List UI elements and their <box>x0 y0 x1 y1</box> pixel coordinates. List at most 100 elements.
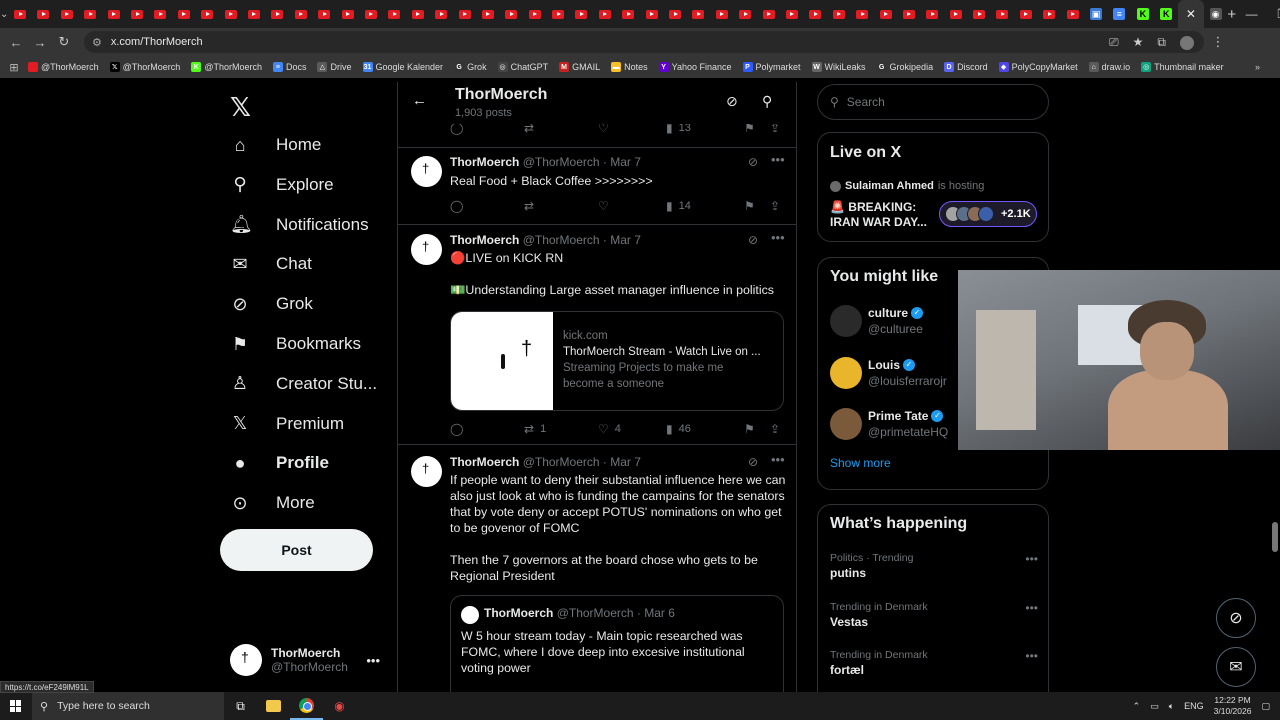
browser-tab[interactable] <box>266 0 289 28</box>
file-explorer-icon[interactable] <box>257 692 290 720</box>
nav-item-home[interactable]: ⌂ Home <box>230 130 322 160</box>
tray-overflow-icon[interactable]: ⌃ <box>1133 701 1141 712</box>
nav-item-notifications[interactable]: 🔔︎ Notifications <box>230 210 369 240</box>
messages-fab-icon[interactable]: ✉ <box>1216 647 1256 687</box>
browser-tab[interactable]: K <box>1155 0 1178 28</box>
task-view-icon[interactable]: ⧉ <box>224 692 257 720</box>
browser-tab[interactable] <box>874 0 897 28</box>
bookmark-item[interactable]: K @ThorMoerch <box>191 62 262 72</box>
browser-tab[interactable] <box>967 0 990 28</box>
browser-tab[interactable] <box>242 0 265 28</box>
site-info-icon[interactable]: ⚙ <box>92 36 102 49</box>
restore-icon[interactable]: ❐ <box>1267 0 1280 28</box>
browser-tab[interactable] <box>429 0 452 28</box>
browser-tab[interactable] <box>500 0 523 28</box>
bookmarks-overflow-icon[interactable]: » <box>1255 62 1260 72</box>
suggested-account[interactable]: Prime Tate ✓ @primetateHQ <box>830 408 948 440</box>
tab-search-icon[interactable]: ⌄ <box>0 0 8 28</box>
nav-item-premium[interactable]: 𝕏 Premium <box>230 409 344 439</box>
back-icon[interactable]: ← <box>4 35 28 50</box>
apps-grid-icon[interactable]: ⊞ <box>0 61 28 74</box>
like-icon[interactable]: ♡ 4 <box>598 422 666 436</box>
active-tab-close-icon[interactable]: ✕ <box>1177 0 1204 28</box>
repost-icon[interactable]: ⇄ <box>524 199 598 213</box>
quote-tweet[interactable]: ThorMoerch @ThorMoerch · Mar 6 W 5 hour … <box>450 595 784 692</box>
live-listeners-pill[interactable]: +2.1K <box>939 201 1037 227</box>
browser-tab[interactable] <box>663 0 686 28</box>
browser-tab[interactable] <box>79 0 102 28</box>
forward-icon[interactable]: → <box>28 35 52 50</box>
reload-icon[interactable]: ↻ <box>52 34 76 50</box>
browser-tab[interactable] <box>804 0 827 28</box>
browser-tab[interactable] <box>734 0 757 28</box>
chrome-taskbar-icon[interactable] <box>290 692 323 720</box>
suggested-account[interactable]: Louis ✓ @louisferrarojr <box>830 356 947 389</box>
browser-tab[interactable] <box>453 0 476 28</box>
browser-tab[interactable] <box>991 0 1014 28</box>
browser-tab[interactable] <box>149 0 172 28</box>
browser-tab[interactable] <box>757 0 780 28</box>
more-dots-icon[interactable]: ••• <box>771 452 785 467</box>
search-icon[interactable]: ⚲ <box>762 93 772 110</box>
browser-tab[interactable] <box>1061 0 1084 28</box>
taskbar-search[interactable]: ⚲ Type here to search <box>32 692 224 720</box>
search-input[interactable] <box>846 95 1027 109</box>
grok-icon[interactable]: ⊘ <box>748 233 758 247</box>
nav-item-chat[interactable]: ✉ Chat <box>230 249 311 279</box>
browser-tab[interactable] <box>827 0 850 28</box>
browser-tab[interactable] <box>219 0 242 28</box>
browser-tab[interactable]: K <box>1131 0 1154 28</box>
browser-tab[interactable] <box>780 0 803 28</box>
browser-tab[interactable] <box>1014 0 1037 28</box>
tweet-author[interactable]: ThorMoerch <box>450 455 519 469</box>
browser-tab[interactable] <box>546 0 569 28</box>
trend-item[interactable]: Trending in Denmark fortæl ••• <box>830 649 1038 677</box>
search-box[interactable]: ⚲ <box>817 84 1049 120</box>
more-dots-icon[interactable]: ••• <box>1025 649 1038 663</box>
bookmark-item[interactable]: ◎ ChatGPT <box>497 62 548 72</box>
like-icon[interactable]: ♡ <box>598 199 666 213</box>
browser-tab[interactable] <box>687 0 710 28</box>
avatar[interactable] <box>411 456 442 487</box>
back-arrow-icon[interactable]: ← <box>412 92 427 109</box>
show-more-link[interactable]: Show more <box>830 456 891 470</box>
bookmark-item[interactable]: W WikiLeaks <box>811 62 866 72</box>
browser-tab[interactable] <box>383 0 406 28</box>
account-switcher[interactable]: ThorMoerch @ThorMoerch ••• <box>230 640 380 680</box>
more-dots-icon[interactable]: ••• <box>771 230 785 245</box>
more-dots-icon[interactable]: ••• <box>1025 552 1038 566</box>
browser-tab[interactable] <box>172 0 195 28</box>
bookmark-item[interactable]: 𝕏 @ThorMoerch <box>109 62 180 72</box>
browser-tab[interactable] <box>710 0 733 28</box>
nav-item-profile[interactable]: ● Profile <box>230 448 329 478</box>
browser-tab[interactable] <box>289 0 312 28</box>
avatar[interactable] <box>411 234 442 265</box>
browser-tab[interactable] <box>406 0 429 28</box>
profile-avatar-icon[interactable] <box>1180 35 1194 50</box>
browser-tab[interactable] <box>125 0 148 28</box>
volume-icon[interactable]: 🔈︎ <box>1169 701 1174 712</box>
trend-item[interactable]: Politics · Trending putins ••• <box>830 552 1038 580</box>
language-indicator[interactable]: ENG <box>1184 701 1204 711</box>
start-button[interactable] <box>0 700 32 712</box>
browser-tab[interactable] <box>617 0 640 28</box>
more-dots-icon[interactable]: ••• <box>1025 601 1038 615</box>
notifications-icon[interactable]: ▢ <box>1261 701 1270 712</box>
trend-item[interactable]: Trending in Denmark Vestas ••• <box>830 601 1038 629</box>
bookmark-item[interactable]: ≡ Docs <box>272 62 306 72</box>
tweet[interactable]: ThorMoerch @ThorMoerch · Mar 7 ⊘ ••• Rea… <box>398 150 796 225</box>
extensions-icon[interactable]: ⧉ <box>1157 35 1166 50</box>
bookmark-item[interactable]: Y Yahoo Finance <box>658 62 732 72</box>
nav-item-bookmarks[interactable]: ⚑ Bookmarks <box>230 329 361 359</box>
nav-item-creator-stu[interactable]: ♙ Creator Stu... <box>230 369 377 399</box>
suggested-account[interactable]: culture ✓ @culturee <box>830 305 924 337</box>
browser-tab[interactable] <box>8 0 31 28</box>
post-button[interactable]: Post <box>220 529 373 571</box>
bookmark-icon[interactable]: ⚑ <box>744 199 770 213</box>
browser-tab[interactable] <box>476 0 499 28</box>
browser-tab[interactable]: ◉ <box>1204 0 1227 28</box>
browser-tab[interactable] <box>1038 0 1061 28</box>
bookmark-item[interactable]: △ Drive <box>317 62 352 72</box>
nav-item-more[interactable]: ⊙ More <box>230 488 314 518</box>
browser-menu-icon[interactable]: ⋮ <box>1204 34 1232 50</box>
